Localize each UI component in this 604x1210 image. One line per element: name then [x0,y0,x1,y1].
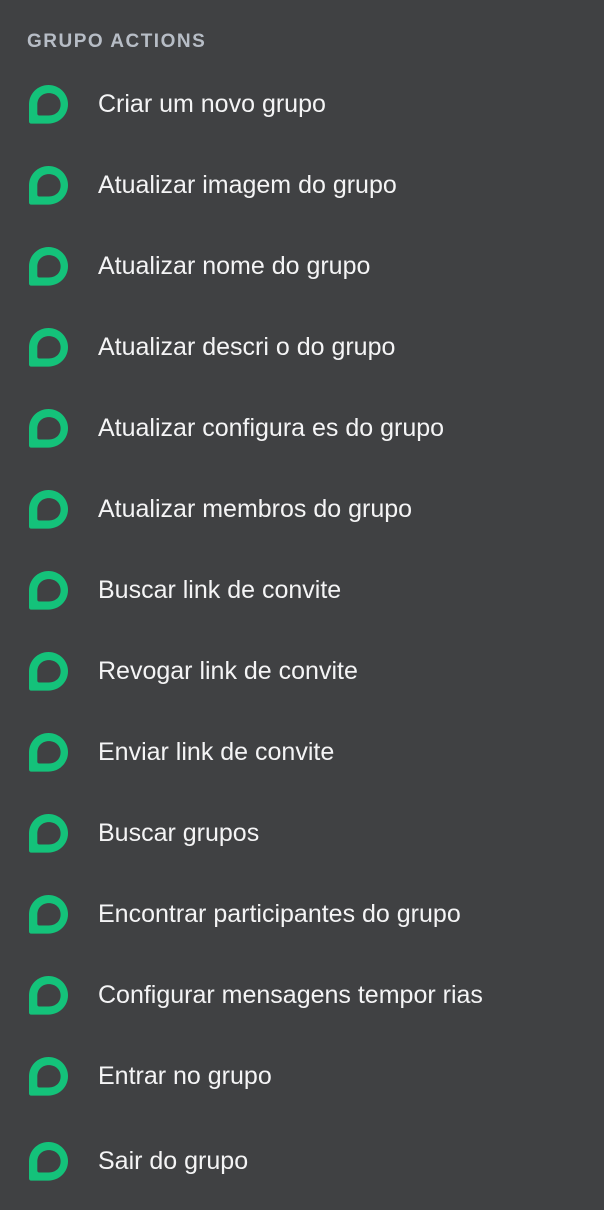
action-item-atualizar-nome[interactable]: Atualizar nome do grupo [0,225,604,306]
chat-bubble-icon [26,730,71,775]
grupo-actions-panel: GRUPO ACTIONS Criar um novo grupo Atuali… [0,0,604,1210]
action-item-enviar-link-convite[interactable]: Enviar link de convite [0,711,604,792]
action-label: Enviar link de convite [98,737,335,766]
action-item-atualizar-configuracoes[interactable]: Atualizar configura es do grupo [0,387,604,468]
chat-bubble-icon [26,487,71,532]
action-label: Buscar link de convite [98,575,342,604]
action-item-atualizar-descricao[interactable]: Atualizar descri o do grupo [0,306,604,387]
action-item-revogar-link-convite[interactable]: Revogar link de convite [0,630,604,711]
action-label: Atualizar descri o do grupo [98,332,396,361]
chat-bubble-icon [26,973,71,1018]
action-label: Atualizar imagem do grupo [98,170,397,199]
action-item-atualizar-imagem[interactable]: Atualizar imagem do grupo [0,144,604,225]
chat-bubble-icon [26,568,71,613]
action-label: Entrar no grupo [98,1061,272,1090]
chat-bubble-icon [26,163,71,208]
action-list: Criar um novo grupo Atualizar imagem do … [0,63,604,1206]
action-label: Atualizar configura es do grupo [98,413,445,442]
action-item-entrar-grupo[interactable]: Entrar no grupo [0,1035,604,1116]
action-item-atualizar-membros[interactable]: Atualizar membros do grupo [0,468,604,549]
action-label: Atualizar nome do grupo [98,251,371,280]
chat-bubble-icon [26,325,71,370]
action-label: Revogar link de convite [98,656,358,685]
section-header: GRUPO ACTIONS [27,31,207,52]
action-item-configurar-mensagens[interactable]: Configurar mensagens tempor rias [0,954,604,1035]
action-item-buscar-grupos[interactable]: Buscar grupos [0,792,604,873]
action-item-sair-grupo[interactable]: Sair do grupo [0,1116,604,1206]
action-item-criar-grupo[interactable]: Criar um novo grupo [0,63,604,144]
action-item-buscar-link-convite[interactable]: Buscar link de convite [0,549,604,630]
chat-bubble-icon [26,892,71,937]
action-label: Sair do grupo [98,1147,249,1175]
chat-bubble-icon [26,406,71,451]
chat-bubble-icon [26,649,71,694]
chat-bubble-icon [26,244,71,289]
action-label: Buscar grupos [98,818,260,847]
chat-bubble-icon [26,1054,71,1099]
action-label: Criar um novo grupo [98,89,326,118]
action-item-encontrar-participantes[interactable]: Encontrar participantes do grupo [0,873,604,954]
action-label: Configurar mensagens tempor rias [98,980,483,1009]
chat-bubble-icon [26,1139,71,1184]
chat-bubble-icon [26,811,71,856]
action-label: Atualizar membros do grupo [98,494,413,523]
action-label: Encontrar participantes do grupo [98,899,461,928]
chat-bubble-icon [26,82,71,127]
